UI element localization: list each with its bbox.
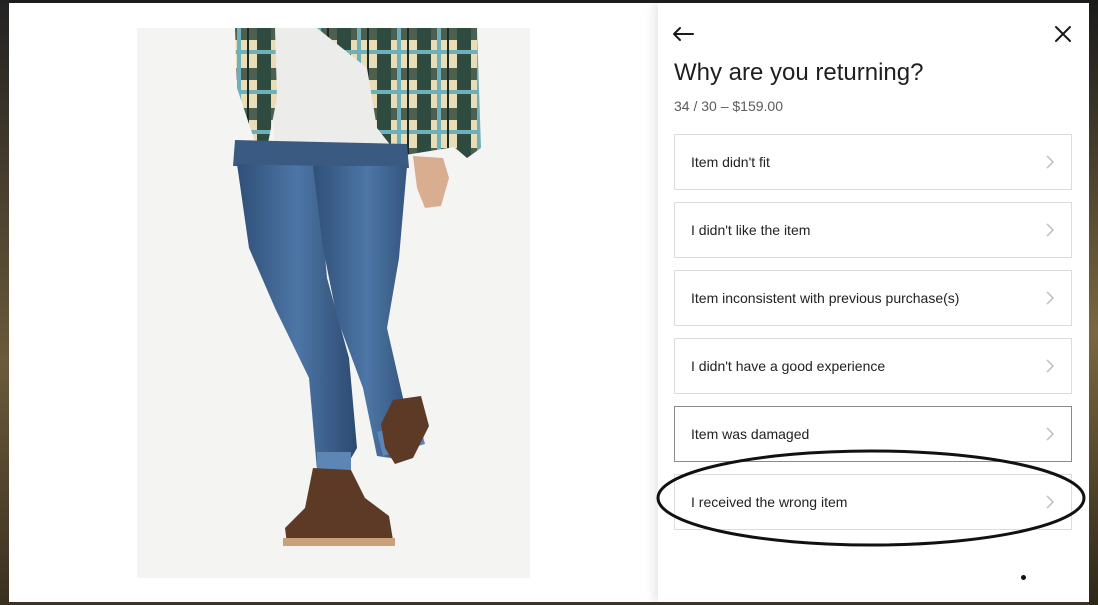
reason-label: Item didn't fit: [691, 154, 770, 170]
chevron-right-icon: [1045, 223, 1055, 237]
close-button[interactable]: [1050, 21, 1076, 47]
chevron-right-icon: [1045, 495, 1055, 509]
reason-option-inconsistent[interactable]: Item inconsistent with previous purchase…: [674, 270, 1072, 326]
return-modal: Why are you returning? 34 / 30 – $159.00…: [9, 3, 1089, 602]
chevron-right-icon: [1045, 359, 1055, 373]
reason-label: I didn't like the item: [691, 222, 811, 238]
back-button[interactable]: [670, 21, 696, 47]
close-icon: [1055, 26, 1071, 42]
reason-label: I received the wrong item: [691, 494, 848, 510]
reason-option-damaged[interactable]: Item was damaged: [674, 406, 1072, 462]
reason-option-wrong-item[interactable]: I received the wrong item: [674, 474, 1072, 530]
arrow-left-icon: [673, 27, 694, 41]
item-variant-price: 34 / 30 – $159.00: [674, 98, 783, 114]
reason-option-didnt-like[interactable]: I didn't like the item: [674, 202, 1072, 258]
product-photo-illustration: [137, 28, 530, 578]
backdrop-right: [1089, 0, 1098, 605]
chevron-right-icon: [1045, 427, 1055, 441]
page-title: Why are you returning?: [674, 59, 924, 86]
reason-label: I didn't have a good experience: [691, 358, 886, 374]
chevron-right-icon: [1045, 291, 1055, 305]
backdrop-left: [0, 0, 9, 605]
annotation-dot: [1021, 575, 1026, 580]
reason-label: Item was damaged: [691, 426, 810, 442]
reason-option-bad-experience[interactable]: I didn't have a good experience: [674, 338, 1072, 394]
reason-label: Item inconsistent with previous purchase…: [691, 290, 960, 306]
return-reason-panel: Why are you returning? 34 / 30 – $159.00…: [658, 3, 1089, 602]
reason-option-didnt-fit[interactable]: Item didn't fit: [674, 134, 1072, 190]
product-image: [137, 28, 530, 578]
reason-list: Item didn't fit I didn't like the item I…: [674, 134, 1072, 542]
chevron-right-icon: [1045, 155, 1055, 169]
